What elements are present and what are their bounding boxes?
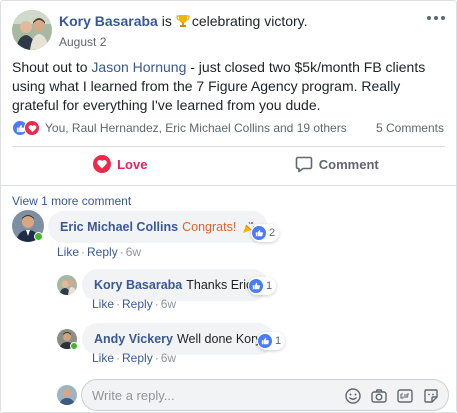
love-label: Love (117, 156, 148, 172)
view-more-comments-link[interactable]: View 1 more comment (12, 194, 131, 208)
comment-likes-badge[interactable]: 2 (251, 224, 280, 242)
love-button[interactable]: Love (12, 147, 229, 181)
comment-time[interactable]: 6w (126, 245, 141, 259)
like-icon (258, 334, 272, 348)
reply-time[interactable]: 6w (161, 297, 176, 311)
reaction-names: You, Raul Hernandez, Eric Michael Collin… (45, 121, 347, 135)
comment-actions: Like · Reply · 6w (57, 245, 142, 259)
replier-avatar[interactable] (57, 275, 77, 295)
comment-bubble-icon (295, 156, 313, 173)
reply-link[interactable]: Reply (87, 245, 118, 259)
author-avatar[interactable] (12, 10, 52, 50)
post-text: Shout out to Jason Hornung - just closed… (12, 58, 448, 115)
reply-text: Well done Kory (176, 332, 262, 346)
trophy-icon (176, 15, 190, 27)
more-options-icon[interactable] (426, 11, 446, 25)
comment-label: Comment (318, 156, 379, 172)
like-count: 2 (269, 227, 276, 239)
reactions-summary[interactable]: You, Raul Hernandez, Eric Michael Collin… (12, 119, 347, 137)
like-link[interactable]: Like (92, 297, 114, 311)
reply-link[interactable]: Reply (122, 297, 153, 311)
online-status-dot (34, 232, 43, 241)
reply-actions: Like · Reply · 6w (92, 297, 177, 311)
post-card: Kory Basaraba is celebrating victory. Aug… (0, 0, 457, 413)
status-activity: celebrating victory. (191, 13, 308, 29)
post-text-before: Shout out to (12, 59, 92, 75)
reply-actions: Like · Reply · 6w (92, 351, 177, 365)
post-date[interactable]: August 2 (59, 35, 106, 49)
comment-button[interactable]: Comment (229, 147, 446, 181)
author-name-link[interactable]: Kory Basaraba (59, 13, 158, 29)
heart-icon (93, 155, 112, 173)
comment-bubble: Eric Michael Collins Congrats! (48, 211, 269, 243)
reply-text: Thanks Eric! (186, 278, 256, 292)
reply-link[interactable]: Reply (122, 351, 153, 365)
love-reaction-icon (24, 120, 40, 136)
comment-text: Congrats! (182, 220, 237, 234)
replier-name-link[interactable]: Andy Vickery (94, 332, 173, 346)
mention-link[interactable]: Jason Hornung (91, 59, 186, 75)
online-status-dot (70, 342, 78, 350)
status-prefix: is (161, 13, 172, 29)
action-bar: Love Comment (12, 147, 445, 181)
replier-name-link[interactable]: Kory Basaraba (94, 278, 182, 292)
reply-likes-badge[interactable]: 1 (248, 277, 277, 295)
gif-icon[interactable] (396, 387, 414, 405)
like-count: 1 (266, 280, 273, 292)
like-icon (252, 226, 266, 240)
reply-input-box[interactable] (81, 379, 449, 411)
smiley-icon[interactable] (344, 387, 362, 405)
reply-time[interactable]: 6w (161, 351, 176, 365)
sticker-icon[interactable] (422, 387, 440, 405)
comment-count-link[interactable]: 5 Comments (376, 121, 444, 135)
like-count: 1 (275, 335, 282, 347)
reply-input[interactable] (92, 386, 332, 404)
reply-likes-badge[interactable]: 1 (257, 332, 286, 350)
post-header: Kory Basaraba is celebrating victory. (59, 13, 308, 29)
like-icon (249, 279, 263, 293)
current-user-avatar (57, 385, 77, 405)
camera-icon[interactable] (370, 387, 388, 405)
like-link[interactable]: Like (92, 351, 114, 365)
like-link[interactable]: Like (57, 245, 79, 259)
commenter-name-link[interactable]: Eric Michael Collins (60, 220, 178, 234)
